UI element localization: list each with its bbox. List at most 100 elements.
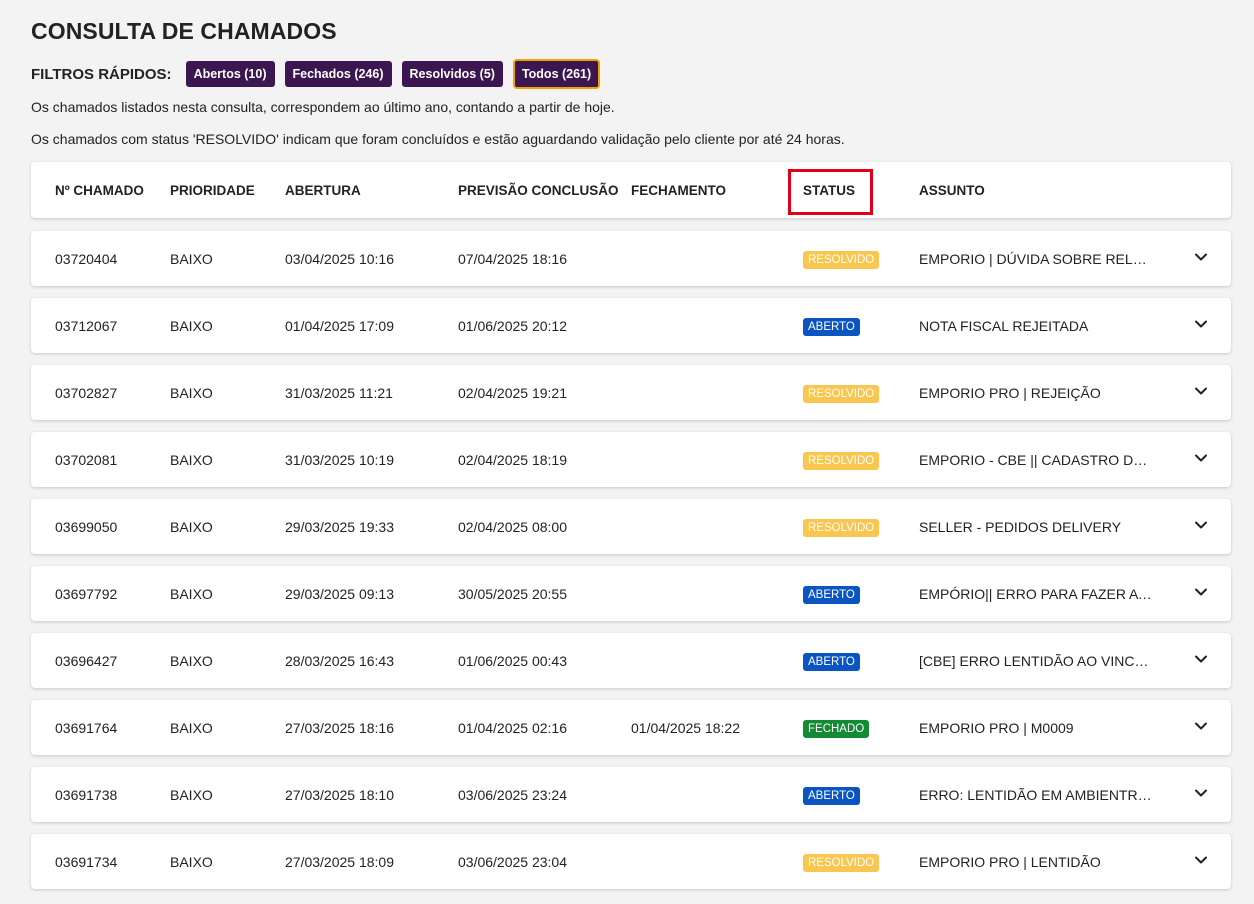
ticket-number: 03696427 <box>55 652 118 669</box>
ticket-priority: BAIXO <box>170 786 213 803</box>
ticket-number: 03699050 <box>55 518 118 535</box>
ticket-opened-at: 03/04/2025 10:16 <box>285 250 394 267</box>
ticket-opened-at: 29/03/2025 09:13 <box>285 585 394 602</box>
ticket-opened-at: 27/03/2025 18:09 <box>285 853 394 870</box>
chevron-down-icon[interactable] <box>1193 651 1209 667</box>
ticket-status-cell: RESOLVIDO <box>803 432 880 487</box>
table-row[interactable]: 03702081 BAIXO 31/03/2025 10:19 02/04/2025 … <box>31 432 1231 487</box>
quick-filters: FILTROS RÁPIDOS: Abertos (10) Fechados (… <box>31 59 610 89</box>
info-note-period: Os chamados listados nesta consulta, cor… <box>31 99 615 115</box>
table-row[interactable]: 03720404 BAIXO 03/04/2025 10:16 07/04/2025 … <box>31 231 1231 286</box>
ticket-status-cell: FECHADO <box>803 700 870 755</box>
ticket-subject-cell: EMPORIO PRO | REJEIÇÃO <box>919 365 1154 420</box>
column-header-previsao: PREVISÃO CONCLUSÃO <box>458 182 619 198</box>
ticket-status-cell: ABERTO <box>803 633 860 688</box>
filter-chip-abertos[interactable]: Abertos (10) <box>185 61 275 87</box>
table-row[interactable]: 03691764 BAIXO 27/03/2025 18:16 01/04/2025 … <box>31 700 1231 755</box>
ticket-subject: NOTA FISCAL REJEITADA <box>919 317 1089 334</box>
ticket-forecast: 07/04/2025 18:16 <box>458 250 567 267</box>
ticket-number: 03691738 <box>55 786 118 803</box>
ticket-subject-cell: EMPORIO - CBE || CADASTRO DE F... <box>919 432 1154 487</box>
table-header: Nº CHAMADO PRIORIDADE ABERTURA PREVISÃO … <box>31 162 1231 218</box>
ticket-status-cell: ABERTO <box>803 298 860 353</box>
column-header-fechamento: FECHAMENTO <box>631 182 727 198</box>
table-row[interactable]: 03712067 BAIXO 01/04/2025 17:09 01/06/2025 … <box>31 298 1231 353</box>
ticket-forecast: 02/04/2025 19:21 <box>458 384 567 401</box>
info-note-resolvido: Os chamados com status 'RESOLVIDO' indic… <box>31 131 845 147</box>
ticket-number: 03712067 <box>55 317 118 334</box>
ticket-subject: EMPORIO | DÚVIDA SOBRE RELATÓ... <box>919 250 1154 267</box>
ticket-priority: BAIXO <box>170 317 213 334</box>
ticket-forecast: 01/04/2025 02:16 <box>458 719 567 736</box>
ticket-priority: BAIXO <box>170 652 213 669</box>
ticket-subject-cell: SELLER - PEDIDOS DELIVERY <box>919 499 1154 554</box>
status-badge: RESOLVIDO <box>803 452 880 470</box>
ticket-opened-at: 31/03/2025 10:19 <box>285 451 394 468</box>
ticket-forecast: 01/06/2025 00:43 <box>458 652 567 669</box>
table-row[interactable]: 03702827 BAIXO 31/03/2025 11:21 02/04/2025 … <box>31 365 1231 420</box>
ticket-subject-cell: ERRO: LENTIDÃO EM AMBIENTRE ... <box>919 767 1154 822</box>
ticket-priority: BAIXO <box>170 585 213 602</box>
ticket-closed-at: 01/04/2025 18:22 <box>631 719 740 736</box>
ticket-opened-at: 31/03/2025 11:21 <box>285 384 393 401</box>
ticket-subject-cell: EMPORIO PRO | LENTIDÃO <box>919 834 1154 889</box>
ticket-forecast: 30/05/2025 20:55 <box>458 585 567 602</box>
table-row[interactable]: 03697792 BAIXO 29/03/2025 09:13 30/05/2025 … <box>31 566 1231 621</box>
chevron-down-icon[interactable] <box>1193 517 1209 533</box>
ticket-forecast: 02/04/2025 08:00 <box>458 518 567 535</box>
ticket-number: 03691764 <box>55 719 118 736</box>
column-header-prioridade: PRIORIDADE <box>170 182 255 198</box>
column-header-numero: Nº CHAMADO <box>55 182 144 198</box>
ticket-subject: EMPORIO PRO | LENTIDÃO <box>919 853 1101 870</box>
ticket-subject: EMPORIO PRO | REJEIÇÃO <box>919 384 1101 401</box>
ticket-priority: BAIXO <box>170 719 213 736</box>
ticket-opened-at: 01/04/2025 17:09 <box>285 317 394 334</box>
ticket-number: 03691734 <box>55 853 118 870</box>
status-badge: RESOLVIDO <box>803 519 880 537</box>
ticket-subject-cell: [CBE] ERRO LENTIDÃO AO VINCUL... <box>919 633 1154 688</box>
ticket-subject-cell: EMPÓRIO|| ERRO PARA FAZER A C... <box>919 566 1154 621</box>
status-badge: ABERTO <box>803 318 860 336</box>
ticket-priority: BAIXO <box>170 384 213 401</box>
chevron-down-icon[interactable] <box>1193 852 1209 868</box>
ticket-subject-cell: EMPORIO PRO | M0009 <box>919 700 1154 755</box>
ticket-priority: BAIXO <box>170 250 213 267</box>
ticket-forecast: 03/06/2025 23:04 <box>458 853 567 870</box>
filter-chip-resolvidos[interactable]: Resolvidos (5) <box>401 61 503 87</box>
status-badge: ABERTO <box>803 586 860 604</box>
chevron-down-icon[interactable] <box>1193 584 1209 600</box>
ticket-subject: EMPORIO - CBE || CADASTRO DE F... <box>919 451 1154 468</box>
ticket-status-cell: ABERTO <box>803 767 860 822</box>
chevron-down-icon[interactable] <box>1193 450 1209 466</box>
ticket-subject: ERRO: LENTIDÃO EM AMBIENTRE ... <box>919 786 1154 803</box>
chevron-down-icon[interactable] <box>1193 785 1209 801</box>
ticket-forecast: 02/04/2025 18:19 <box>458 451 567 468</box>
ticket-status-cell: RESOLVIDO <box>803 834 880 889</box>
chevron-down-icon[interactable] <box>1193 249 1209 265</box>
ticket-subject-cell: NOTA FISCAL REJEITADA <box>919 298 1154 353</box>
filter-chip-todos[interactable]: Todos (261) <box>512 59 601 89</box>
ticket-subject: [CBE] ERRO LENTIDÃO AO VINCUL... <box>919 652 1154 669</box>
ticket-forecast: 01/06/2025 20:12 <box>458 317 567 334</box>
table-row[interactable]: 03691734 BAIXO 27/03/2025 18:09 03/06/2025 … <box>31 834 1231 889</box>
ticket-subject-cell: EMPORIO | DÚVIDA SOBRE RELATÓ... <box>919 231 1154 286</box>
ticket-subject: EMPORIO PRO | M0009 <box>919 719 1074 736</box>
ticket-number: 03697792 <box>55 585 118 602</box>
ticket-status-cell: RESOLVIDO <box>803 231 880 286</box>
status-badge: ABERTO <box>803 787 860 805</box>
status-badge: RESOLVIDO <box>803 854 880 872</box>
ticket-subject: EMPÓRIO|| ERRO PARA FAZER A C... <box>919 585 1154 602</box>
table-row[interactable]: 03699050 BAIXO 29/03/2025 19:33 02/04/2025 … <box>31 499 1231 554</box>
table-row[interactable]: 03696427 BAIXO 28/03/2025 16:43 01/06/2025 … <box>31 633 1231 688</box>
table-row[interactable]: 03691738 BAIXO 27/03/2025 18:10 03/06/2025 … <box>31 767 1231 822</box>
ticket-opened-at: 28/03/2025 16:43 <box>285 652 394 669</box>
ticket-number: 03702827 <box>55 384 118 401</box>
ticket-number: 03702081 <box>55 451 118 468</box>
filter-chip-fechados[interactable]: Fechados (246) <box>284 61 392 87</box>
chevron-down-icon[interactable] <box>1193 316 1209 332</box>
chevron-down-icon[interactable] <box>1193 718 1209 734</box>
column-header-status: STATUS <box>803 182 855 198</box>
ticket-forecast: 03/06/2025 23:24 <box>458 786 567 803</box>
chevron-down-icon[interactable] <box>1193 383 1209 399</box>
page: CONSULTA DE CHAMADOS FILTROS RÁPIDOS: Ab… <box>0 0 1254 904</box>
